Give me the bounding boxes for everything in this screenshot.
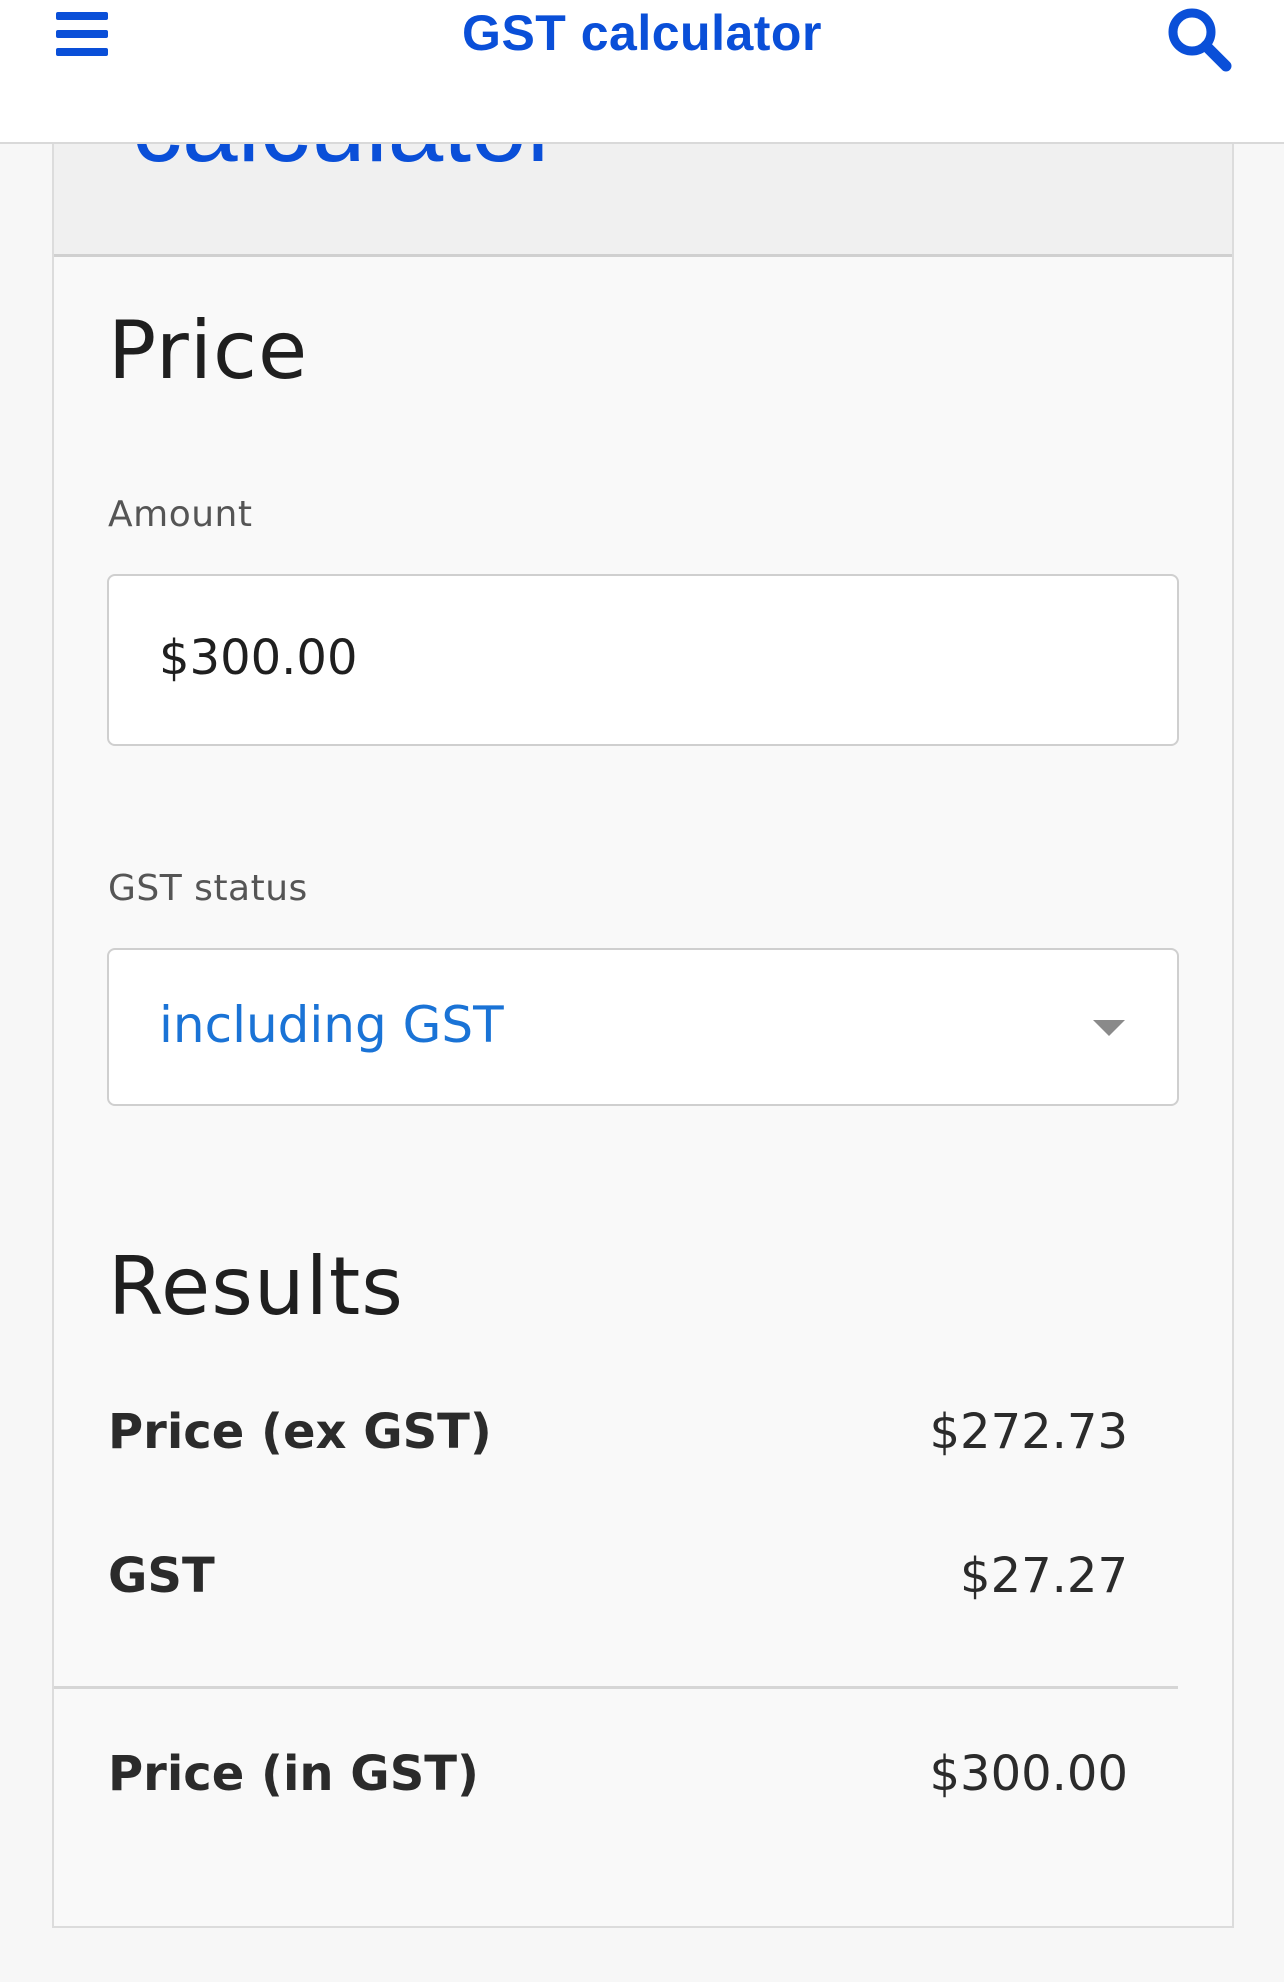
chevron-down-icon xyxy=(1093,1020,1125,1036)
top-app-bar: GST calculator xyxy=(0,0,1284,144)
amount-input-value: $300.00 xyxy=(159,630,358,686)
result-label-price-in-gst: Price (in GST) xyxy=(108,1746,479,1802)
amount-label: Amount xyxy=(108,494,253,535)
menu-button[interactable] xyxy=(50,2,114,64)
result-label-price-ex-gst: Price (ex GST) xyxy=(108,1404,492,1460)
result-value-gst: $27.27 xyxy=(960,1548,1128,1604)
search-icon xyxy=(1168,8,1232,72)
result-value-price-in-gst: $300.00 xyxy=(929,1746,1129,1802)
result-value-price-ex-gst: $272.73 xyxy=(929,1404,1129,1460)
amount-input[interactable]: $300.00 xyxy=(107,574,1179,746)
results-divider xyxy=(54,1686,1178,1689)
card-header: calculator xyxy=(54,142,1232,257)
gst-status-label: GST status xyxy=(108,868,308,909)
calculator-card: calculator Price Amount $300.00 GST stat… xyxy=(52,142,1234,1928)
search-button[interactable] xyxy=(1162,2,1236,74)
page-title: GST calculator xyxy=(462,5,822,61)
results-heading: Results xyxy=(108,1240,404,1333)
result-label-gst: GST xyxy=(108,1548,215,1604)
price-heading: Price xyxy=(108,304,309,397)
gst-status-selected-value: including GST xyxy=(159,996,504,1054)
card-header-title: calculator xyxy=(132,142,560,185)
gst-status-select[interactable]: including GST xyxy=(107,948,1179,1106)
hamburger-menu-icon xyxy=(50,2,114,64)
